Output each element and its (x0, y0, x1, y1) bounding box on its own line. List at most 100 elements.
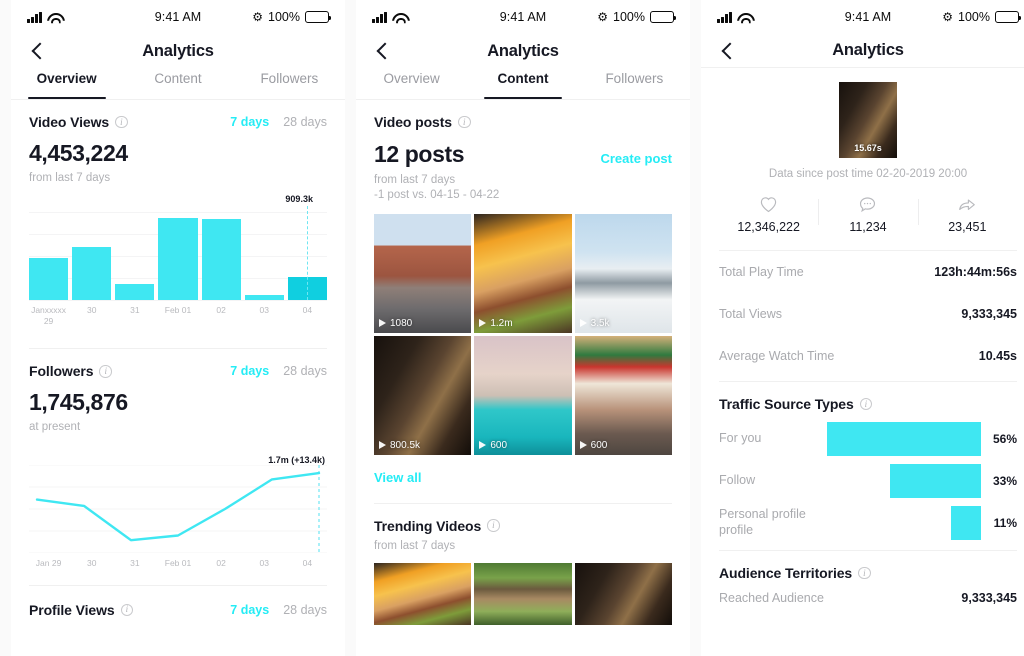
tab-content[interactable]: Content (467, 68, 578, 99)
play-icon (579, 319, 587, 328)
followers-range-toggle: 7 days 28 days (230, 364, 327, 378)
video-thumbnail[interactable]: 1080 (374, 214, 472, 333)
range-28-days[interactable]: 28 days (283, 115, 327, 129)
bar-column (244, 212, 284, 300)
x-tick-label: 04 (302, 305, 313, 315)
phone-screen-overview: 9:41 AM ⚙ 100% Analytics Overview Conten… (11, 0, 345, 656)
video-views-subtitle: from last 7 days (29, 172, 111, 184)
tab-followers[interactable]: Followers (579, 68, 690, 99)
video-thumbnail[interactable]: 800.5k (374, 335, 472, 455)
page-title: Analytics (142, 41, 214, 60)
x-tick-label: 02 (216, 305, 226, 315)
bar-column (158, 212, 198, 300)
followers-value: 1,745,876 (29, 389, 128, 416)
x-tick-label: Feb 01 (164, 558, 192, 569)
tab-overview-label: Overview (36, 71, 97, 86)
left-edge-spacer (0, 0, 11, 656)
bar-column (72, 212, 112, 300)
play-icon (479, 319, 487, 328)
video-thumbnail[interactable]: 600 (574, 335, 672, 455)
video-thumbnail[interactable]: 600 (474, 335, 572, 455)
panel-gap (690, 0, 701, 656)
range-28-days[interactable]: 28 days (283, 603, 327, 617)
thumbnail-image (474, 335, 572, 455)
metric-total-play-time: Total Play Time 123h:44m:56s (701, 251, 1024, 293)
traffic-bar (950, 506, 981, 540)
thumbnail-image (474, 214, 572, 333)
stat-shares: 23,451 (917, 196, 1017, 234)
section-followers: Followers i 7 days 28 days 1,745,876 at … (11, 349, 345, 433)
traffic-source-row: For you 56% (701, 418, 1024, 460)
info-icon[interactable]: i (858, 566, 871, 580)
x-tick-label: 03 (259, 305, 269, 315)
data-since-text: Data since post time 02-20-2019 20:00 (768, 168, 968, 180)
line-chart-plot (29, 465, 327, 554)
info-icon[interactable]: i (120, 603, 134, 617)
battery-icon (650, 11, 677, 23)
metric-key: Total Views (719, 307, 782, 321)
section-video-views: Video Views i 7 days 28 days 4,453,224 f… (11, 100, 345, 184)
view-count-label: 1.2m (490, 317, 513, 329)
trending-videos-grid (356, 562, 690, 625)
tab-followers[interactable]: Followers (234, 68, 345, 99)
view-count: 600 (579, 440, 607, 451)
thumbnail-image (474, 562, 572, 625)
tab-content-label: Content (497, 71, 549, 86)
video-thumbnail[interactable] (374, 562, 472, 625)
video-thumbnail[interactable]: 3.5k (574, 214, 672, 333)
x-tick-label: 04 (302, 558, 313, 569)
range-7-days[interactable]: 7 days (230, 364, 269, 378)
video-views-header: Video Views i 7 days 28 days (29, 114, 327, 130)
video-thumbnail[interactable]: 15.67s (839, 82, 897, 158)
traffic-source-row: Personal profile profile 11% (701, 502, 1024, 544)
traffic-bar-track (827, 506, 981, 540)
line-chart-annotation: 1.7m (+13.4k) (268, 455, 325, 466)
play-icon (379, 441, 386, 449)
traffic-percent: 56% (992, 432, 1017, 446)
x-tick-label: Janxxxxx 29 (31, 305, 67, 326)
range-7-days[interactable]: 7 days (230, 115, 269, 129)
video-thumbnail[interactable] (574, 562, 672, 625)
comment-icon (860, 197, 876, 213)
tab-bar: Overview Content Followers (356, 68, 690, 100)
info-icon[interactable]: i (99, 365, 112, 378)
engagement-stats-row: 12,346,222 11,234 23,451 (701, 180, 1024, 238)
territories-header: Audience Territories i (719, 565, 1017, 581)
bar-chart-bars (29, 212, 327, 300)
metric-key: Reached Audience (719, 591, 824, 605)
info-icon[interactable]: i (487, 519, 500, 532)
tab-content[interactable]: Content (122, 68, 233, 99)
metric-total-views: Total Views 9,333,345 (701, 293, 1024, 335)
video-thumbnail[interactable]: 1.2m (474, 214, 572, 333)
tab-overview[interactable]: Overview (356, 68, 467, 99)
info-icon[interactable]: i (115, 115, 128, 129)
tab-content-label: Content (154, 71, 202, 86)
video-posts-grid: 1080 1.2m 3.5k 800.5k 600 600 (356, 214, 690, 455)
video-thumbnail[interactable] (474, 562, 572, 625)
three-phone-screenshots: 9:41 AM ⚙ 100% Analytics Overview Conten… (0, 0, 1024, 656)
traffic-bar (890, 464, 981, 498)
view-count: 1080 (379, 318, 412, 329)
thumbnail-image (374, 562, 472, 625)
heart-icon (760, 197, 777, 213)
status-bar-time: 9:41 AM (844, 10, 892, 24)
info-icon[interactable]: i (859, 397, 873, 411)
info-icon[interactable]: i (458, 115, 471, 129)
traffic-bar-track (827, 464, 981, 498)
create-post-button[interactable]: Create post (600, 151, 672, 166)
followers-title: Followers (29, 363, 94, 380)
x-tick-label: 30 (86, 305, 97, 315)
tab-overview[interactable]: Overview (11, 68, 122, 99)
nav-bar: Analytics (11, 34, 345, 68)
video-views-bar-chart: 909.3k Janxxxxx 29 30 31 Feb 01 02 03 04 (11, 194, 345, 326)
view-all-button[interactable]: View all (374, 470, 421, 485)
status-bar: 9:41 AM ⚙ 100% (11, 0, 345, 34)
traffic-percent: 11% (993, 516, 1017, 530)
profile-views-header: Profile Views i 7 days 28 days (29, 602, 327, 618)
bar (29, 257, 69, 300)
video-posts-subtitle-1: from last 7 days (374, 174, 456, 186)
section-traffic-source-types: Traffic Source Types i (701, 382, 1024, 412)
traffic-source-row: Follow 33% (701, 460, 1024, 502)
range-7-days[interactable]: 7 days (230, 603, 269, 617)
range-28-days[interactable]: 28 days (283, 364, 327, 378)
